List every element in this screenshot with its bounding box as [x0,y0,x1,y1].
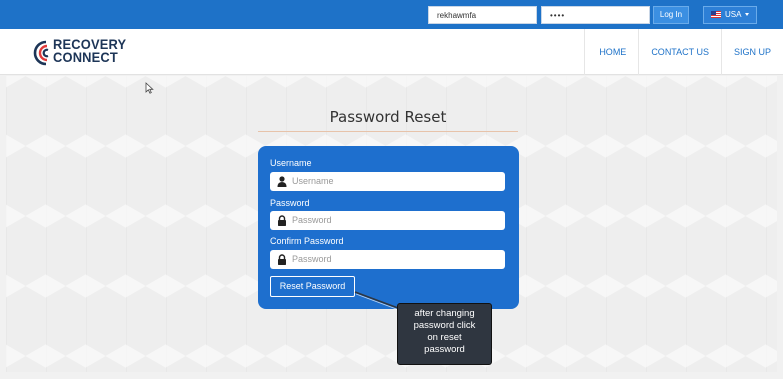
nav-sign-up[interactable]: SIGN UP [720,29,783,75]
confirm-password-input[interactable]: Password [270,250,505,269]
caret-down-icon [745,13,750,17]
lock-icon [278,254,286,265]
password-label: Password [270,198,310,208]
tooltip-line-3: on reset [427,332,462,343]
page-title: Password Reset [329,108,447,126]
nav-contact-us[interactable]: CONTACT US [638,29,721,75]
mouse-pointer-icon [145,82,154,94]
reset-password-button[interactable]: Reset Password [270,276,355,297]
password-reset-form: Username Username Password Password Conf… [258,146,519,309]
username-label: Username [270,158,312,168]
us-flag-icon [711,11,721,19]
country-dropdown[interactable]: USA [703,6,757,24]
lock-icon [278,215,286,226]
nav-home[interactable]: HOME [584,29,638,75]
top-bar: Log In USA [0,0,783,29]
username-placeholder: Username [292,176,334,186]
title-divider [258,131,518,132]
tooltip-line-1: after changing [414,308,475,319]
login-button[interactable]: Log In [653,6,689,24]
annotation-tooltip: after changing password click on reset p… [397,303,492,365]
tooltip-line-4: password [424,344,465,355]
user-icon [277,176,287,187]
confirm-password-placeholder: Password [292,254,332,264]
tooltip-line-2: password click [413,320,476,331]
logo-line-2: CONNECT [53,49,118,65]
password-input[interactable]: Password [270,211,505,230]
site-header: RECOVERY CONNECT HOME CONTACT US SIGN UP [0,29,783,75]
main-nav: HOME CONTACT US SIGN UP [584,29,783,75]
country-label: USA [725,10,742,19]
login-username-input[interactable] [428,6,537,24]
username-input[interactable]: Username [270,172,505,191]
logo-text: RECOVERY CONNECT [53,37,126,65]
login-password-input[interactable] [541,6,650,24]
password-placeholder: Password [292,215,332,225]
confirm-password-label: Confirm Password [270,236,344,246]
